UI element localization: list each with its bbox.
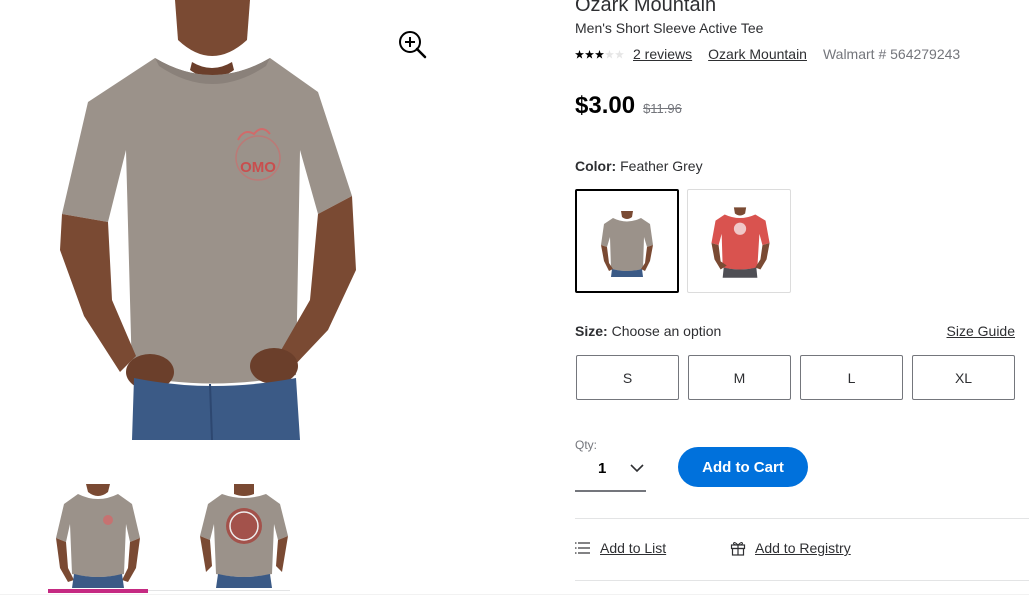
current-price: $3.00 (575, 92, 636, 119)
gift-icon (730, 541, 746, 556)
rating-row: 2 reviews Ozark Mountain Walmart # 56427… (575, 45, 960, 63)
star-filled-icon (595, 49, 604, 59)
thumbnail-selected-indicator (48, 589, 148, 593)
size-option-m[interactable]: M (688, 355, 791, 400)
color-selected-value: Feather Grey (620, 158, 703, 174)
add-to-list-button[interactable]: Add to List (575, 540, 666, 556)
star-rating[interactable] (575, 49, 624, 59)
divider (575, 580, 1029, 581)
thumbnail-front[interactable] (48, 476, 148, 588)
color-label: Color: Feather Grey (575, 158, 703, 174)
svg-text:OMO: OMO (240, 159, 276, 176)
color-swatch-feather-grey[interactable] (575, 189, 679, 293)
page-bottom-edge (0, 594, 1029, 595)
add-to-list-label: Add to List (600, 540, 667, 556)
size-option-s[interactable]: S (576, 355, 679, 400)
star-filled-icon (585, 49, 594, 59)
star-filled-icon (575, 49, 584, 59)
thumbnail-rule (148, 590, 290, 591)
size-label-key: Size: (575, 323, 608, 339)
star-empty-icon (605, 49, 614, 59)
color-label-key: Color: (575, 158, 617, 174)
walmart-item-number: Walmart # 564279243 (822, 46, 961, 62)
size-prompt: Choose an option (611, 323, 722, 339)
quantity-value: 1 (598, 460, 607, 477)
size-guide-link[interactable]: Size Guide (947, 323, 1015, 339)
product-brand-title: Ozark Mountain (575, 0, 717, 16)
size-label: Size: Choose an option (575, 323, 721, 339)
add-to-cart-button[interactable]: Add to Cart (678, 447, 808, 487)
size-option-l[interactable]: L (800, 355, 903, 400)
divider (575, 518, 1029, 519)
list-icon (575, 542, 590, 554)
size-option-xl[interactable]: XL (912, 355, 1015, 400)
product-photo-grey-tee: OMO (60, 0, 356, 441)
reviews-link[interactable]: 2 reviews (633, 46, 692, 62)
star-empty-icon (615, 49, 624, 59)
price-row: $3.00 $11.96 (575, 92, 682, 120)
product-name: Men's Short Sleeve Active Tee (575, 20, 764, 36)
zoom-in-icon[interactable] (396, 28, 428, 60)
brand-link[interactable]: Ozark Mountain (708, 46, 807, 62)
chevron-down-icon (630, 464, 644, 473)
quantity-select[interactable]: 1 (575, 452, 646, 492)
color-swatch-red[interactable] (687, 189, 791, 293)
was-price: $11.96 (643, 101, 682, 116)
add-to-registry-button[interactable]: Add to Registry (730, 540, 851, 556)
main-product-image[interactable]: OMO (0, 0, 440, 441)
quantity-label: Qty: (575, 438, 598, 452)
thumbnail-strip (48, 476, 293, 596)
thumbnail-back[interactable] (194, 476, 294, 588)
add-to-registry-label: Add to Registry (755, 540, 851, 556)
